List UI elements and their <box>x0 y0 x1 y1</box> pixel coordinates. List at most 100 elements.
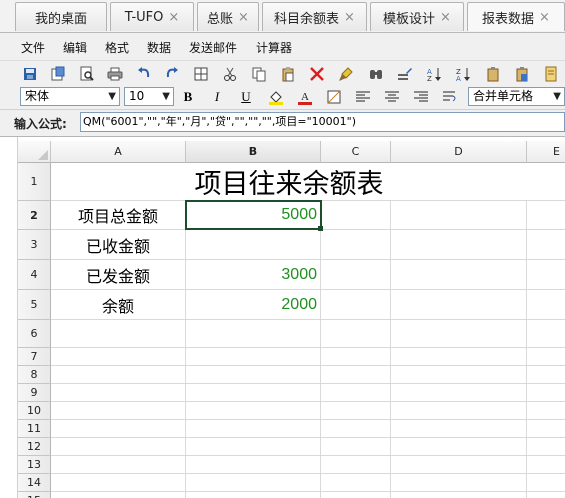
label-cell-received[interactable]: 已收金额 <box>51 230 185 259</box>
cell-selection <box>185 200 322 230</box>
tab-my-desktop[interactable]: 我的桌面 <box>15 2 107 31</box>
close-icon[interactable]: × <box>440 10 451 25</box>
fill-handle[interactable] <box>318 226 323 231</box>
font-color-icon[interactable]: A <box>295 88 315 106</box>
row-header-12[interactable]: 12 <box>18 438 51 456</box>
svg-text:A: A <box>456 75 461 82</box>
formula-label: 输入公式: <box>14 117 67 131</box>
clipboard-icon[interactable] <box>483 64 503 84</box>
row-header-11[interactable]: 11 <box>18 420 51 438</box>
formula-bar: 输入公式: QM("6001","","年","月","贷","","","",… <box>0 109 565 133</box>
bold-button[interactable]: B <box>178 88 198 106</box>
label-cell-total[interactable]: 项目总金额 <box>51 201 185 229</box>
tab-label: 模板设计 <box>383 11 436 27</box>
cut-icon[interactable] <box>220 64 240 84</box>
fill-color-icon[interactable] <box>266 88 286 106</box>
border-icon[interactable] <box>324 88 344 106</box>
column-header-e[interactable]: E <box>527 141 565 163</box>
close-icon[interactable]: × <box>168 10 179 25</box>
spreadsheet[interactable]: A B C D E 1 2 3 4 5 6 7 8 9 10 11 12 13 … <box>0 136 565 498</box>
row-header-9[interactable]: 9 <box>18 384 51 402</box>
menu-file[interactable]: 文件 <box>21 39 45 56</box>
find-icon[interactable] <box>366 64 386 84</box>
grid-line <box>51 473 565 474</box>
print-preview-icon[interactable] <box>77 64 97 84</box>
report-title[interactable]: 项目往来余额表 <box>51 163 527 200</box>
close-icon[interactable]: × <box>539 10 550 25</box>
sort-ascending-icon[interactable]: AZ <box>424 64 444 84</box>
font-family-select[interactable]: 宋体 ▼ <box>20 87 120 106</box>
align-right-icon[interactable] <box>411 88 431 106</box>
chevron-down-icon: ▼ <box>108 91 116 102</box>
format-brush-icon[interactable] <box>336 64 356 84</box>
notes-icon[interactable] <box>541 64 561 84</box>
grid-line <box>51 437 565 438</box>
column-header-b[interactable]: B <box>186 141 321 163</box>
menu-edit[interactable]: 编辑 <box>63 39 87 56</box>
grid-select-icon[interactable] <box>191 64 211 84</box>
tab-template-design[interactable]: 模板设计 × <box>370 2 464 31</box>
font-size-select[interactable]: 10 ▼ <box>124 87 174 106</box>
row-header-1[interactable]: 1 <box>18 163 51 201</box>
row-header-8[interactable]: 8 <box>18 366 51 384</box>
save-as-icon[interactable] <box>48 64 68 84</box>
tab-label: 我的桌面 <box>34 11 87 27</box>
select-all-corner[interactable] <box>18 141 51 163</box>
sort-descending-icon[interactable]: ZA <box>453 64 473 84</box>
grid-line <box>51 319 565 320</box>
row-header-3[interactable]: 3 <box>18 230 51 260</box>
ufo-report-window: 我的桌面 T-UFO × 总账 × 科目余额表 × 模板设计 × 报表数据 × … <box>0 0 565 498</box>
redo-icon[interactable] <box>162 64 182 84</box>
close-icon[interactable]: × <box>238 10 249 25</box>
row-header-15[interactable]: 15 <box>18 492 51 498</box>
wrap-text-icon[interactable] <box>440 88 460 106</box>
value-cell-balance[interactable]: 2000 <box>186 290 320 319</box>
column-header-a[interactable]: A <box>51 141 186 163</box>
clipboard-paste-icon[interactable] <box>512 64 532 84</box>
row-header-5[interactable]: 5 <box>18 290 51 320</box>
row-header-4[interactable]: 4 <box>18 260 51 290</box>
menu-calculator[interactable]: 计算器 <box>256 39 292 56</box>
undo-icon[interactable] <box>134 64 154 84</box>
close-icon[interactable]: × <box>344 10 355 25</box>
row-header-10[interactable]: 10 <box>18 402 51 420</box>
value-cell-received[interactable] <box>186 230 320 259</box>
row-header-2[interactable]: 2 <box>18 201 51 230</box>
value-cell-invoiced[interactable]: 3000 <box>186 260 320 289</box>
svg-text:Z: Z <box>427 75 432 82</box>
copy-icon[interactable] <box>249 64 269 84</box>
row-header-14[interactable]: 14 <box>18 474 51 492</box>
menu-data[interactable]: 数据 <box>147 39 171 56</box>
row-header-6[interactable]: 6 <box>18 320 51 348</box>
formula-input[interactable]: QM("6001","","年","月","贷","","","",项目="10… <box>80 112 565 132</box>
align-center-icon[interactable] <box>382 88 402 106</box>
underline-button[interactable]: U <box>236 88 256 106</box>
paste-icon[interactable] <box>278 64 298 84</box>
delete-icon[interactable] <box>307 64 327 84</box>
chevron-down-icon: ▼ <box>162 91 170 102</box>
left-gutter <box>0 137 18 498</box>
tab-t-ufo[interactable]: T-UFO × <box>110 2 194 31</box>
standard-toolbar: AZ ZA <box>0 60 565 86</box>
edit-formula-icon[interactable] <box>395 64 415 84</box>
tab-report-data[interactable]: 报表数据 × <box>467 2 565 31</box>
merge-cells-select[interactable]: 合并单元格 ▼ <box>468 87 565 106</box>
column-header-c[interactable]: C <box>321 141 391 163</box>
tab-account-balance[interactable]: 科目余额表 × <box>262 2 367 31</box>
grid-line <box>526 163 527 498</box>
svg-text:A: A <box>301 91 309 103</box>
label-cell-balance[interactable]: 余额 <box>51 290 185 319</box>
save-icon[interactable] <box>20 64 40 84</box>
tab-general-ledger[interactable]: 总账 × <box>197 2 259 31</box>
align-left-icon[interactable] <box>353 88 373 106</box>
menu-format[interactable]: 格式 <box>105 39 129 56</box>
row-header-7[interactable]: 7 <box>18 348 51 366</box>
print-icon[interactable] <box>105 64 125 84</box>
column-header-d[interactable]: D <box>391 141 527 163</box>
menu-send-mail[interactable]: 发送邮件 <box>189 39 237 56</box>
label-cell-invoiced[interactable]: 已发金额 <box>51 260 185 289</box>
grid-line <box>51 401 565 402</box>
italic-button[interactable]: I <box>207 88 227 106</box>
tab-strip: 我的桌面 T-UFO × 总账 × 科目余额表 × 模板设计 × 报表数据 × <box>0 0 565 33</box>
row-header-13[interactable]: 13 <box>18 456 51 474</box>
